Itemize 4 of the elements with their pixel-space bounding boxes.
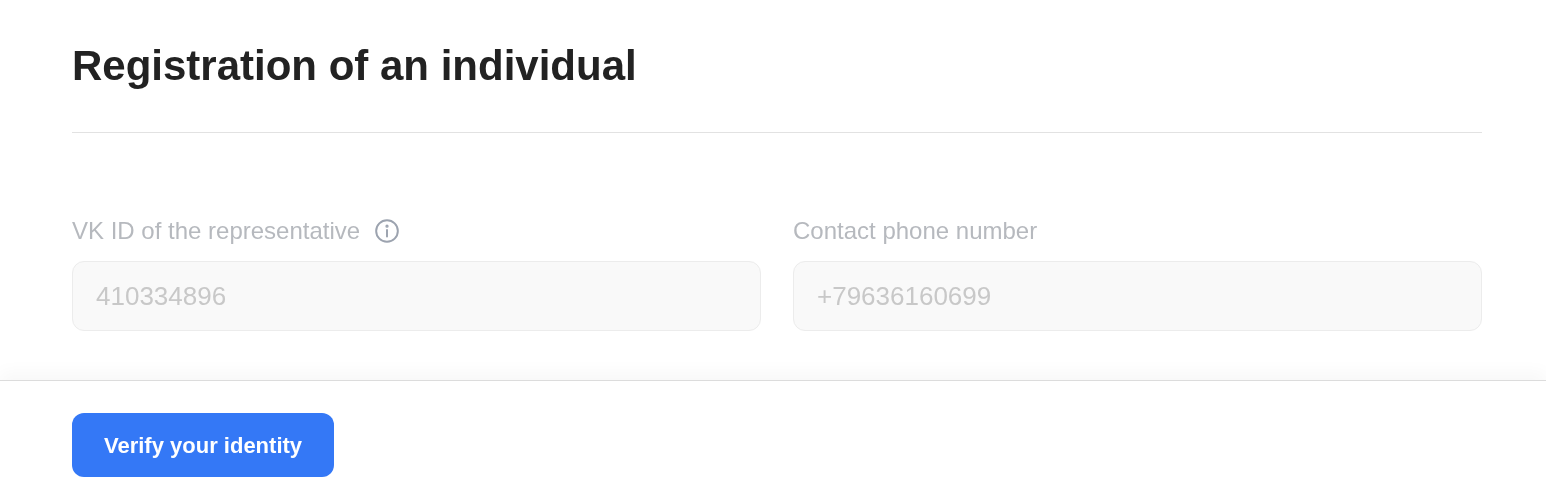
field-label: VK ID of the representative [72,216,361,246]
field-label: Contact phone number [793,216,1038,246]
page-title: Registration of an individual [72,41,637,91]
verify-identity-button[interactable]: Verify your identity [72,413,335,477]
